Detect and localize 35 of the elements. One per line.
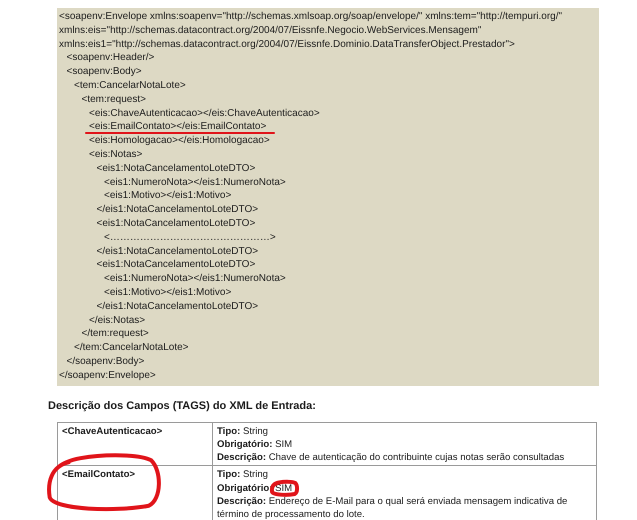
code-line: </soapenv:Envelope> [59,368,157,383]
code-line: </eis:Notas> [89,314,146,328]
code-line: <eis:EmailContato></eis:EmailContato> [89,120,599,134]
code-line: <tem:CancelarNotaLote> [74,78,187,93]
code-line: <tem:request> [82,92,147,107]
code-line: <eis:Homologacao></eis:Homologacao> [89,134,271,148]
field-detail: Tipo: String [217,468,270,482]
code-line: <soapenv:Envelope xmlns:soapenv="http://schemas.xmlsoap.org/soap/envelope/" xmlns:tem="http://tempuri.org/" [59,10,564,24]
field-detail: Descrição: Chave de autenticação do contribuinte cujas notas serão consultadas [217,451,566,464]
code-line: <eis1:NotaCancelamentoLoteDTO> [96,162,256,176]
code-line: <eis1:NotaCancelamentoLoteDTO> [96,258,256,272]
code-line: <eis1:NumeroNota></eis1:NumeroNota> [104,176,287,190]
code-line: <soapenv:Header/> [66,51,156,66]
code-line: <eis:Notas> [89,148,144,162]
field-detail: Obrigatório: SIM [217,438,294,452]
code-line: </tem:CancelarNotaLote> [74,341,190,355]
code-line: <eis1:NumeroNota></eis1:NumeroNota> [104,272,287,286]
code-line: <…………………………………………> [104,230,277,245]
code-line: <eis1:Motivo></eis1:Motivo> [104,286,232,300]
code-line: </eis1:NotaCancelamentoLoteDTO> [96,300,260,314]
field-detail: Descrição: Endereço de E-Mail para o qual será enviada mensagem indicativa de término de processamento do lote. [217,495,568,520]
field-name: <ChaveAutenticacao> [62,426,162,437]
code-line: </tem:request> [82,327,150,342]
code-line: <eis1:Motivo></eis1:Motivo> [104,189,232,204]
code-line: xmlns:eis1="http://schemas.datacontract.org/2004/07/Eissnfe.Dominio.DataTransferObject.Prestador"> [59,38,516,52]
field-detail: Tipo: String [217,424,270,438]
code-line: </eis1:NotaCancelamentoLoteDTO> [96,203,260,217]
code-line: </soapenv:Body> [66,354,146,369]
field-name: <EmailContato> [62,469,136,480]
code-line: <soapenv:Body> [66,65,143,79]
code-line: <eis1:NotaCancelamentoLoteDTO> [96,216,256,231]
section-heading: Descrição dos Campos (TAGS) do XML de Entrada: [48,398,317,413]
code-line: <eis:ChaveAutenticacao></eis:ChaveAutenticacao> [89,106,321,120]
code-line: xmlns:eis="http://schemas.datacontract.org/2004/07/Eissnfe.Negocio.WebServices.Mensagem" [59,24,482,38]
code-line: </eis1:NotaCancelamentoLoteDTO> [96,244,260,258]
